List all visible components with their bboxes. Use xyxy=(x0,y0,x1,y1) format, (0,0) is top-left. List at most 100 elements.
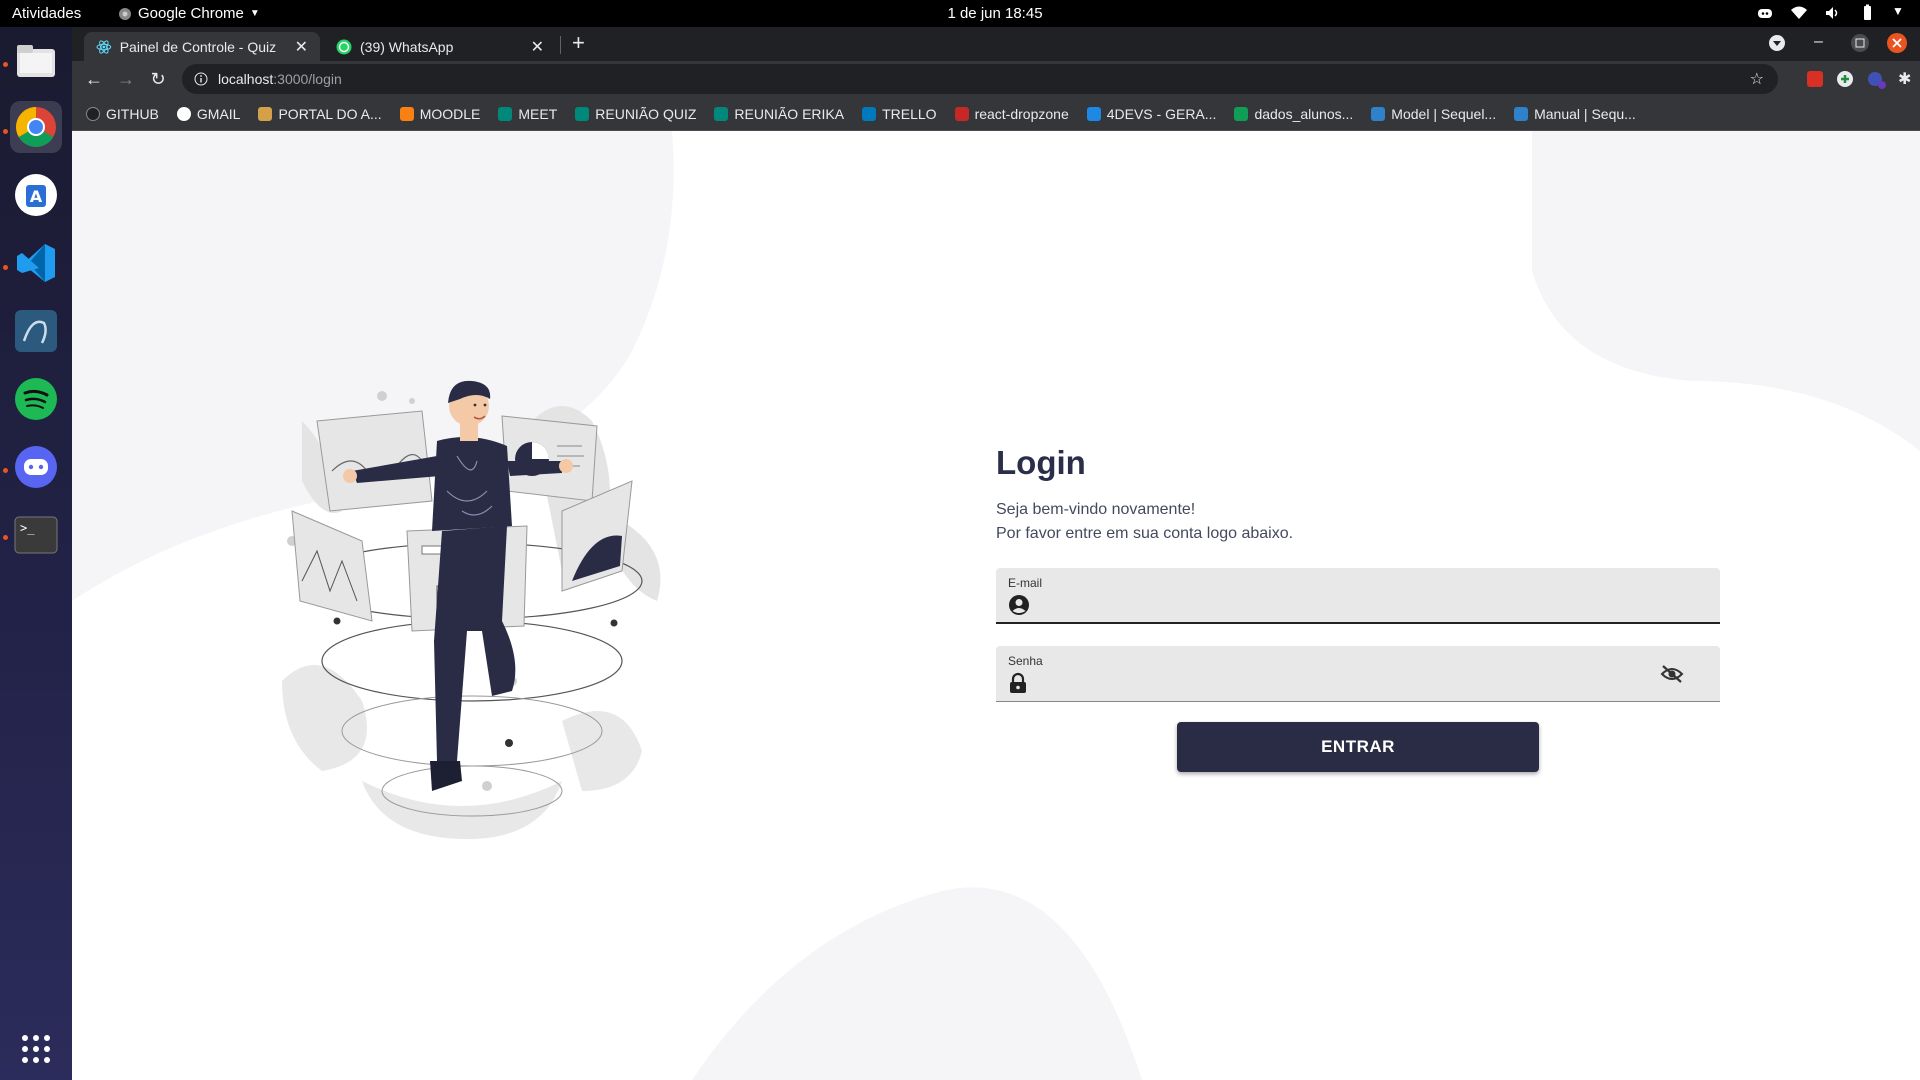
bookmark-react-dropzone[interactable]: react-dropzone xyxy=(954,106,1069,122)
page-title: Login xyxy=(996,444,1086,481)
sequelize-icon xyxy=(1371,107,1386,121)
bookmark-portal[interactable]: PORTAL DO A... xyxy=(258,106,382,122)
close-tab-icon[interactable]: ✕ xyxy=(531,37,544,57)
tab-whatsapp[interactable]: (39) WhatsApp ✕ xyxy=(324,32,556,61)
portal-icon xyxy=(258,107,273,121)
extension-green-icon[interactable] xyxy=(1836,70,1854,93)
power-icon[interactable]: ▼ xyxy=(1892,4,1910,22)
bookmark-label: MEET xyxy=(518,106,558,122)
running-indicator xyxy=(3,62,8,67)
bookmark-dados-alunos[interactable]: dados_alunos... xyxy=(1234,106,1353,122)
email-input[interactable] xyxy=(1040,594,1700,618)
instruction-text: Por favor entre em sua conta logo abaixo… xyxy=(996,525,1294,542)
bookmark-trello[interactable]: TRELLO xyxy=(862,106,937,122)
email-label: E-mail xyxy=(1008,576,1043,590)
terminal-icon: >_ xyxy=(14,516,58,554)
sheets-icon xyxy=(1234,107,1249,121)
discord-tray-icon[interactable] xyxy=(1756,4,1774,22)
minimize-icon[interactable]: – xyxy=(1814,33,1823,51)
extensions-puzzle-icon[interactable]: ✱ xyxy=(1898,69,1911,89)
apps-grid-icon xyxy=(22,1035,50,1063)
volume-icon[interactable] xyxy=(1824,4,1842,22)
github-icon xyxy=(86,107,100,121)
bookmark-meet[interactable]: MEET xyxy=(498,106,557,122)
svg-text:A: A xyxy=(30,187,43,206)
password-label: Senha xyxy=(1008,654,1043,668)
spotify-icon xyxy=(15,378,57,420)
bookmark-label: react-dropzone xyxy=(974,106,1069,122)
system-tray[interactable]: ▼ xyxy=(1756,4,1910,22)
back-icon[interactable]: ← xyxy=(84,69,104,89)
dock-files[interactable] xyxy=(10,35,62,87)
address-bar[interactable]: localhost:3000/login ☆ xyxy=(182,64,1778,94)
wifi-icon[interactable] xyxy=(1790,4,1808,22)
dropzone-icon xyxy=(954,107,969,121)
close-window-icon[interactable] xyxy=(1886,32,1908,59)
dock-spotify[interactable] xyxy=(10,373,62,425)
bookmark-github[interactable]: GITHUB xyxy=(86,106,159,122)
clock[interactable]: 1 de jun 18:45 xyxy=(0,5,1920,22)
bookmark-label: GITHUB xyxy=(106,106,159,122)
moodle-icon xyxy=(399,107,414,121)
site-info-icon[interactable] xyxy=(194,72,208,86)
app-store-icon: A xyxy=(15,174,57,216)
bookmark-gmail[interactable]: GMAIL xyxy=(176,106,241,122)
mysql-workbench-icon xyxy=(15,310,57,352)
dock-mysql-workbench[interactable] xyxy=(10,305,62,357)
extension-red-icon[interactable] xyxy=(1806,70,1824,93)
bookmark-manual-sequelize[interactable]: Manual | Sequ... xyxy=(1514,106,1636,122)
bookmark-label: Manual | Sequ... xyxy=(1534,106,1636,122)
bookmark-4devs[interactable]: 4DEVS - GERA... xyxy=(1086,106,1217,122)
bookmark-label: REUNIÃO ERIKA xyxy=(734,106,845,122)
sequelize-icon xyxy=(1514,107,1529,121)
bookmark-reuniao-erika[interactable]: REUNIÃO ERIKA xyxy=(714,106,844,122)
meet-icon xyxy=(498,107,513,121)
running-indicator xyxy=(3,265,8,270)
bookmark-moodle[interactable]: MOODLE xyxy=(399,106,480,122)
vscode-icon xyxy=(17,244,55,282)
password-field[interactable]: Senha xyxy=(996,646,1720,702)
dock-vscode[interactable] xyxy=(10,237,62,289)
bookmark-label: dados_alunos... xyxy=(1254,106,1354,122)
tab-painel-de-controle[interactable]: Painel de Controle - Quiz ✕ xyxy=(84,32,320,61)
tab-search-icon[interactable] xyxy=(1768,34,1786,57)
close-tab-icon[interactable]: ✕ xyxy=(295,37,308,57)
tab-title: (39) WhatsApp xyxy=(360,38,454,55)
bookmark-model-sequelize[interactable]: Model | Sequel... xyxy=(1371,106,1496,122)
browser-toolbar: ← → ↻ localhost:3000/login ☆ ✱ ⋮ xyxy=(72,61,1920,98)
running-indicator xyxy=(3,129,8,134)
bookmark-label: PORTAL DO A... xyxy=(278,106,382,122)
chrome-icon xyxy=(16,107,56,147)
dock-app-store[interactable]: A xyxy=(10,169,62,221)
url-path: :3000/login xyxy=(273,71,342,87)
bookmark-star-icon[interactable]: ☆ xyxy=(1750,69,1764,89)
meet-icon xyxy=(575,107,590,121)
email-field[interactable]: E-mail xyxy=(996,568,1720,624)
lock-icon xyxy=(1008,672,1028,699)
show-applications[interactable] xyxy=(10,1023,62,1075)
maximize-icon[interactable] xyxy=(1850,33,1870,58)
bookmark-reuniao-quiz[interactable]: REUNIÃO QUIZ xyxy=(575,106,696,122)
4devs-icon xyxy=(1086,107,1101,121)
bookmark-label: 4DEVS - GERA... xyxy=(1106,106,1217,122)
tab-divider xyxy=(560,36,561,54)
files-icon xyxy=(17,45,55,77)
meet-icon xyxy=(714,107,729,121)
welcome-text: Seja bem-vindo novamente! xyxy=(996,501,1196,518)
new-tab-icon[interactable]: + xyxy=(572,30,585,56)
password-input[interactable] xyxy=(1040,672,1640,696)
bookmarks-bar: GITHUB GMAIL PORTAL DO A... MOODLE MEET … xyxy=(72,98,1920,131)
forward-icon[interactable]: → xyxy=(116,69,136,89)
visibility-off-icon[interactable] xyxy=(1660,664,1684,689)
bookmark-label: GMAIL xyxy=(196,106,241,122)
battery-icon[interactable] xyxy=(1858,4,1876,22)
dock-discord[interactable] xyxy=(10,441,62,493)
login-submit-button[interactable]: ENTRAR xyxy=(1177,722,1539,772)
dock-terminal[interactable]: >_ xyxy=(10,509,62,561)
dock-chrome[interactable] xyxy=(10,101,62,153)
bookmark-label: REUNIÃO QUIZ xyxy=(595,106,697,122)
bookmark-label: Model | Sequel... xyxy=(1391,106,1497,122)
reload-icon[interactable]: ↻ xyxy=(148,69,168,89)
extension-blue-icon[interactable] xyxy=(1866,70,1886,95)
account-circle-icon xyxy=(1008,594,1030,621)
